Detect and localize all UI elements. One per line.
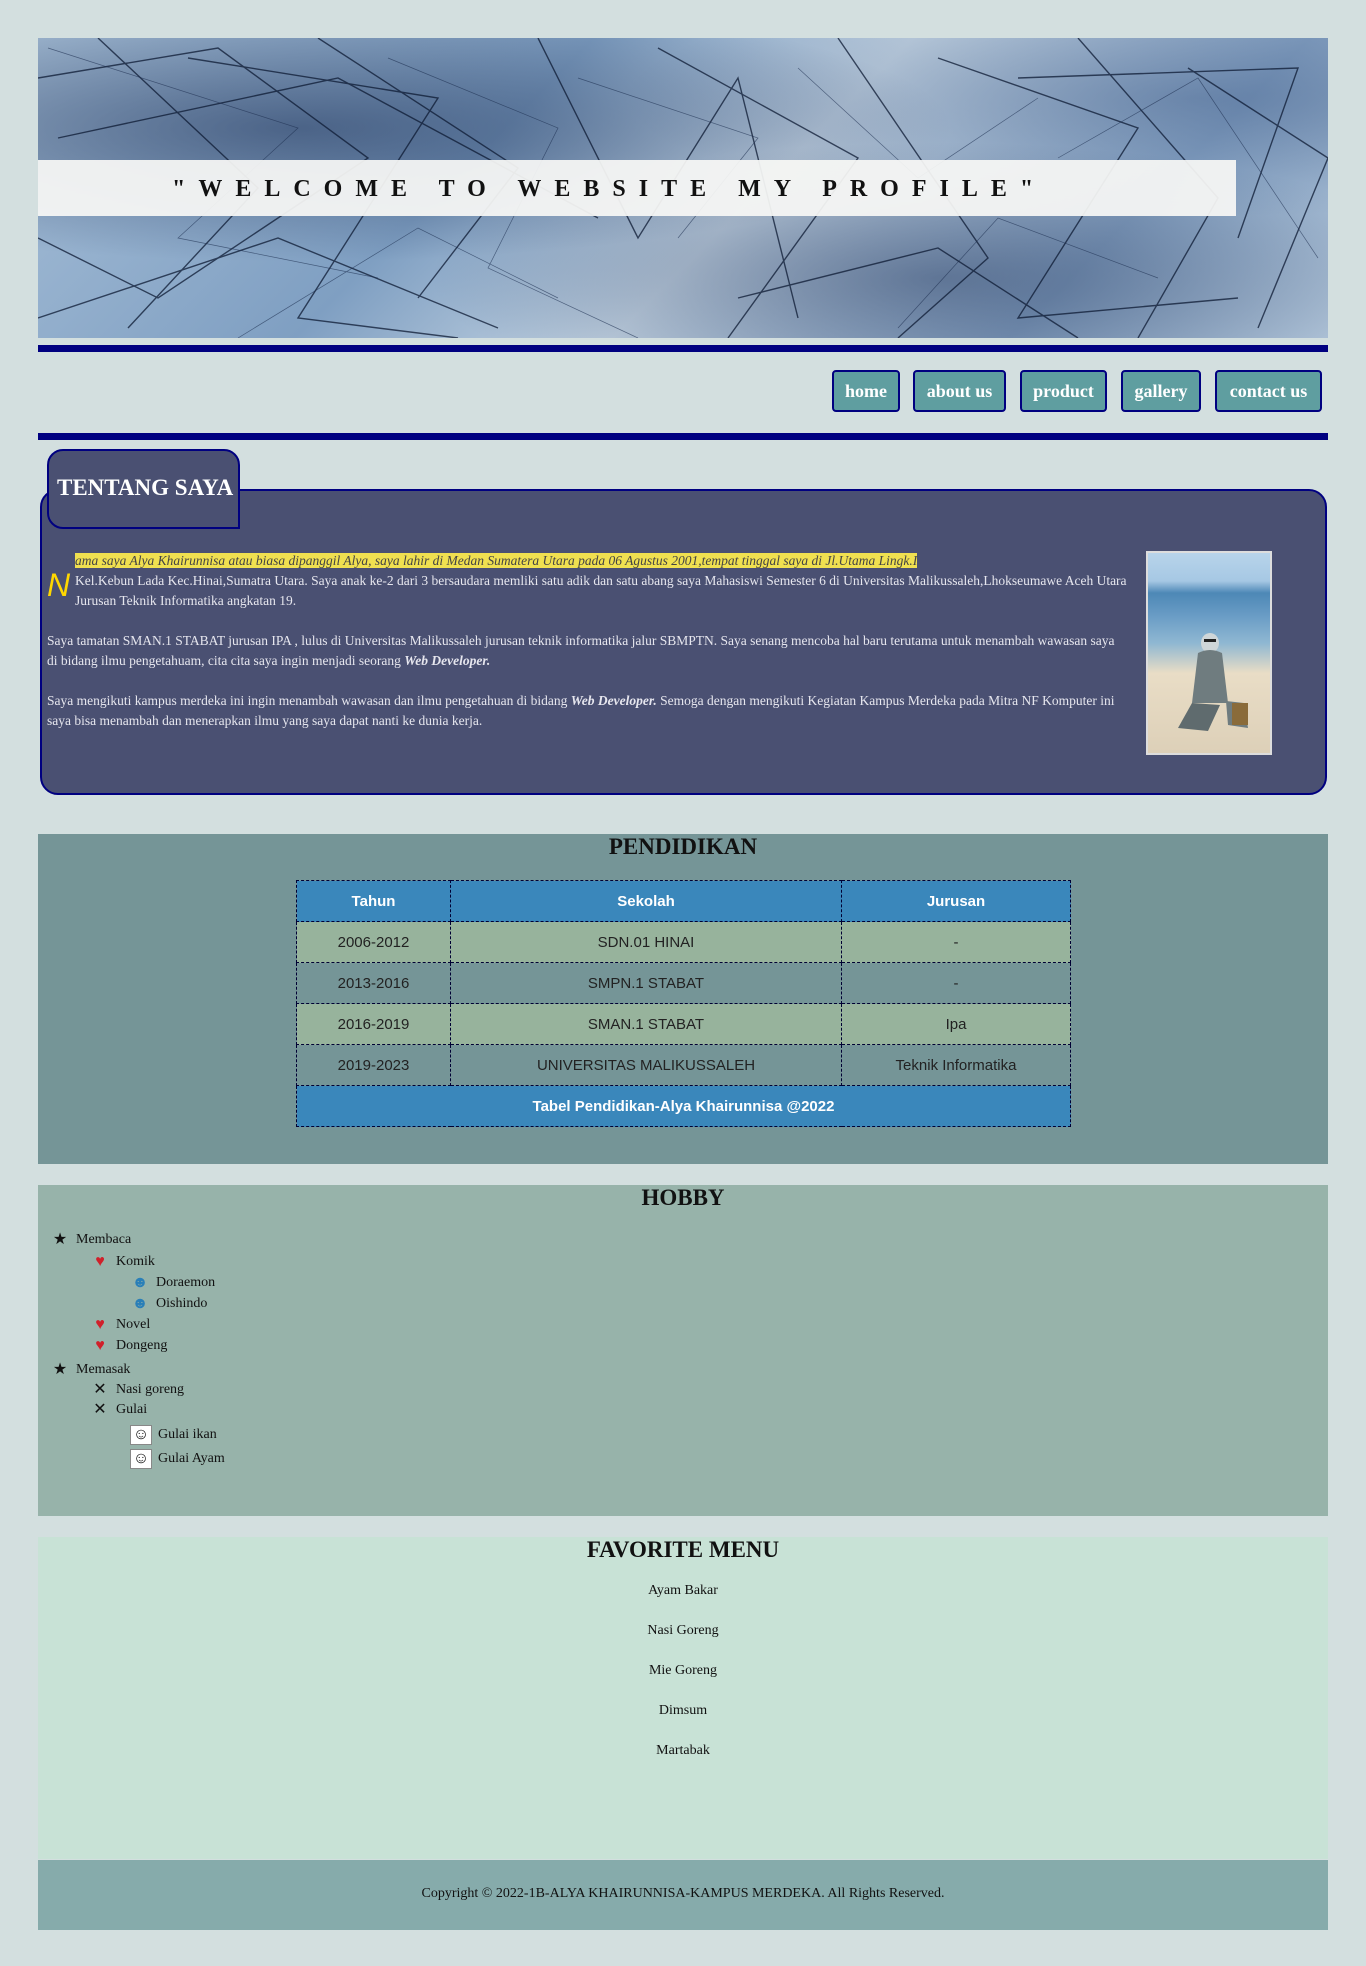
copyright-text: Copyright © 2022-1B-ALYA KHAIRUNNISA-KAM…	[421, 1886, 945, 1901]
table-row: 2016-2019 SMAN.1 STABAT Ipa	[296, 1003, 1071, 1045]
hobby-title: HOBBY	[641, 1185, 725, 1210]
divider-top	[38, 345, 1328, 352]
header-banner: "WELCOME TO WEBSITE MY PROFILE"	[38, 38, 1328, 338]
photo-figure	[1178, 633, 1248, 731]
about-paragraph-3-bold: Web Developer.	[570, 693, 657, 708]
table-cell: SMAN.1 STABAT	[450, 1003, 842, 1045]
heart-icon: ♥	[95, 1337, 105, 1354]
list-item: ☺ Gulai ikan	[130, 1425, 217, 1445]
table-header: Sekolah	[450, 880, 842, 922]
pendidikan-section: PENDIDIKAN Tahun Sekolah Jurusan 2006-20…	[38, 834, 1328, 1164]
list-item: ♥ Dongeng	[90, 1337, 167, 1355]
list-item: Ayam Bakar	[648, 1583, 718, 1598]
heart-icon: ♥	[95, 1316, 105, 1333]
star-icon: ★	[52, 1231, 68, 1248]
nav-contact-button[interactable]: contact us	[1215, 370, 1322, 412]
list-item-label: Gulai Ayam	[158, 1451, 225, 1466]
table-cell: Teknik Informatika	[841, 1044, 1071, 1086]
table-header-row: Tahun Sekolah Jurusan	[296, 880, 1071, 922]
favorite-section: FAVORITE MENU Ayam Bakar Nasi Goreng Mie…	[38, 1537, 1328, 1859]
about-heading: TENTANG SAYA	[57, 475, 234, 500]
page-title: "WELCOME TO WEBSITE MY PROFILE"	[172, 176, 1047, 202]
crossed-utensils-icon: ✕	[93, 1401, 107, 1418]
profile-photo	[1146, 551, 1272, 755]
list-item: ★ Memasak	[50, 1361, 131, 1379]
about-paragraph-2-text: Saya tamatan SMAN.1 STABAT jurusan IPA ,…	[47, 633, 1115, 668]
table-cell: 2016-2019	[296, 1003, 451, 1045]
list-item: ✕ Nasi goreng	[90, 1381, 184, 1399]
list-item-label: Memasak	[76, 1362, 131, 1377]
divider-nav	[38, 433, 1328, 440]
education-table: Tahun Sekolah Jurusan 2006-2012 SDN.01 H…	[296, 880, 1071, 1127]
list-item: ★ Membaca	[50, 1231, 131, 1249]
list-item: ☻ Oishindo	[130, 1295, 208, 1313]
nav-home-button[interactable]: home	[832, 370, 900, 412]
about-paragraph-2: Saya tamatan SMAN.1 STABAT jurusan IPA ,…	[47, 631, 1127, 671]
crossed-utensils-icon: ✕	[93, 1381, 107, 1398]
table-cell: Ipa	[841, 1003, 1071, 1045]
table-cell: -	[841, 962, 1071, 1004]
list-item: Martabak	[656, 1743, 710, 1758]
favorite-title: FAVORITE MENU	[586, 1537, 780, 1562]
person-icon: ☻	[131, 1295, 149, 1312]
about-paragraph-1-rest: Kel.Kebun Lada Kec.Hinai,Sumatra Utara. …	[75, 573, 1127, 608]
about-paragraph-1: ama saya Alya Khairunnisa atau biasa dip…	[47, 551, 1127, 611]
about-paragraph-2-bold: Web Developer.	[404, 653, 491, 668]
smiley-icon: ☺	[130, 1425, 152, 1445]
list-item-label: Gulai ikan	[158, 1427, 217, 1442]
about-text: ama saya Alya Khairunnisa atau biasa dip…	[47, 551, 1127, 751]
about-heading-tab: TENTANG SAYA	[47, 449, 240, 529]
list-item-label: Membaca	[76, 1232, 132, 1247]
table-caption: Tabel Pendidikan-Alya Khairunnisa @2022	[296, 1085, 1071, 1127]
hobby-section: HOBBY ★ Membaca ♥ Komik ☻ Doraemon ☻ Oishind…	[38, 1185, 1328, 1516]
list-item-label: Komik	[116, 1254, 155, 1269]
list-item: ♥ Komik	[90, 1253, 155, 1271]
table-cell: 2006-2012	[296, 921, 451, 963]
table-cell: 2013-2016	[296, 962, 451, 1004]
list-item-label: Dongeng	[116, 1338, 168, 1353]
list-item-label: Doraemon	[156, 1275, 216, 1290]
about-highlight: ama saya Alya Khairunnisa atau biasa dip…	[75, 553, 918, 568]
list-item: ☺ Gulai Ayam	[130, 1449, 225, 1469]
list-item-label: Nasi goreng	[116, 1382, 185, 1397]
nav-about-button[interactable]: about us	[913, 370, 1006, 412]
table-cell: UNIVERSITAS MALIKUSSALEH	[450, 1044, 842, 1086]
table-row: 2019-2023 UNIVERSITAS MALIKUSSALEH Tekni…	[296, 1044, 1071, 1086]
table-cell: -	[841, 921, 1071, 963]
about-paragraph-3-text1: Saya mengikuti kampus merdeka ini ingin …	[47, 693, 571, 708]
pendidikan-title: PENDIDIKAN	[608, 834, 758, 859]
table-row: 2013-2016 SMPN.1 STABAT -	[296, 962, 1071, 1004]
list-item-label: Oishindo	[156, 1296, 208, 1311]
list-item: ✕ Gulai	[90, 1401, 147, 1419]
about-paragraph-3: Saya mengikuti kampus merdeka ini ingin …	[47, 691, 1127, 731]
list-item: Dimsum	[658, 1703, 708, 1718]
list-item: Mie Goreng	[648, 1663, 718, 1678]
list-item-label: Gulai	[116, 1402, 148, 1417]
nav-gallery-button[interactable]: gallery	[1121, 370, 1201, 412]
table-cell: SDN.01 HINAI	[450, 921, 842, 963]
person-icon: ☻	[131, 1274, 149, 1291]
list-item: ☻ Doraemon	[130, 1274, 216, 1292]
table-row: 2006-2012 SDN.01 HINAI -	[296, 921, 1071, 963]
list-item-label: Novel	[116, 1317, 151, 1332]
main-nav: home about us product gallery contact us	[38, 370, 1328, 418]
list-item: ♥ Novel	[90, 1316, 150, 1334]
smiley-icon: ☺	[130, 1449, 152, 1469]
list-item: Nasi Goreng	[647, 1623, 719, 1638]
table-cell: SMPN.1 STABAT	[450, 962, 842, 1004]
table-header: Tahun	[296, 880, 451, 922]
nav-product-button[interactable]: product	[1020, 370, 1107, 412]
heart-icon: ♥	[95, 1253, 105, 1270]
star-icon: ★	[52, 1361, 68, 1378]
footer: Copyright © 2022-1B-ALYA KHAIRUNNISA-KAM…	[38, 1860, 1328, 1930]
table-header: Jurusan	[841, 880, 1071, 922]
table-caption-row: Tabel Pendidikan-Alya Khairunnisa @2022	[296, 1085, 1071, 1127]
table-cell: 2019-2023	[296, 1044, 451, 1086]
